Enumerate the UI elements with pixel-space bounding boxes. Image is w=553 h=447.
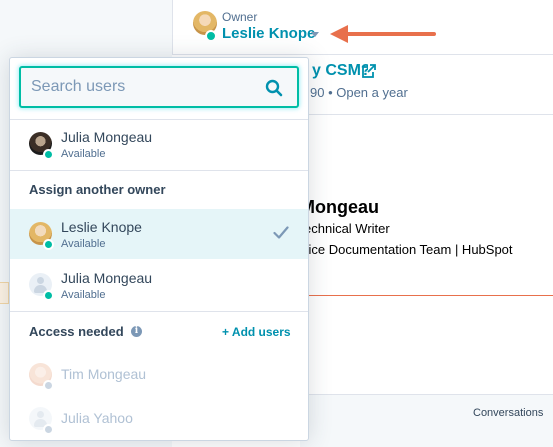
owner-status-dot [205,30,217,42]
user-name: Julia Mongeau [61,270,153,286]
left-edge-tab [0,282,9,304]
owner-dropdown: Julia Mongeau Available Assign another o… [9,57,309,441]
user-name: Julia Yahoo [61,410,133,426]
available-status-dot [43,290,54,301]
footer-bar [300,395,553,447]
user-name: Leslie Knope [61,219,142,235]
external-link-icon[interactable] [362,64,376,78]
user-status: Available [61,238,106,250]
owner-name-button[interactable]: Leslie Knope [222,25,315,42]
no-access-user-julia-yahoo: Julia Yahoo [10,394,308,440]
access-needed-heading: Access needed [29,324,124,339]
checkmark-icon [273,226,289,239]
search-input[interactable] [31,68,251,106]
search-box [19,66,299,108]
record-subtitle: 90 • Open a year [310,85,408,100]
contact-role: echnical Writer [304,221,390,236]
accent-divider [300,295,553,296]
user-status: Available [61,148,106,160]
contact-team: vice Documentation Team | HubSpot [302,242,513,257]
info-icon[interactable]: i [131,326,142,337]
header-divider [172,0,173,54]
owner-label: Owner [222,10,258,24]
contact-name: Mongeau [300,197,379,217]
section-divider [300,114,553,115]
no-access-user-tim-mongeau: Tim Mongeau [10,350,308,400]
tab-conversations[interactable]: Conversations [473,407,543,419]
owner-option-julia-mongeau[interactable]: Julia Mongeau Available [10,260,308,310]
header-bottom-border [172,54,553,55]
user-name: Tim Mongeau [61,366,147,382]
available-status-dot [43,149,54,160]
add-users-link[interactable]: + Add users [222,325,291,339]
available-status-dot [43,239,54,250]
search-icon[interactable] [265,79,283,97]
user-name: Julia Mongeau [61,129,153,145]
current-owner-row[interactable]: Julia Mongeau Available [10,119,308,169]
user-status: Available [61,289,106,301]
divider [10,170,308,171]
assign-another-owner-heading: Assign another owner [29,182,166,197]
divider [10,311,308,312]
arrow-left-icon [330,25,436,43]
unavailable-status-dot [43,424,54,435]
owner-option-leslie-knope[interactable]: Leslie Knope Available [10,209,308,259]
unavailable-status-dot [43,380,54,391]
caret-down-icon[interactable] [311,32,319,37]
